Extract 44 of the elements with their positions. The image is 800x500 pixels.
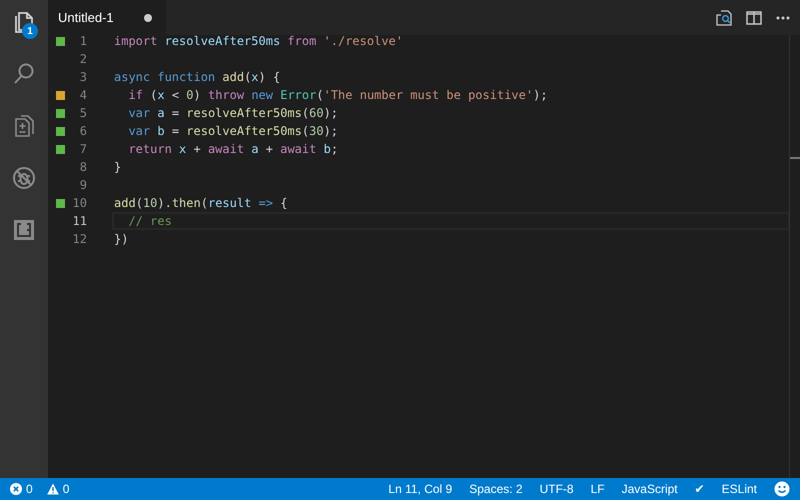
code-line: }) [114,232,128,246]
line-number: 7 [78,142,87,156]
line-number: 3 [78,70,87,84]
status-item[interactable]: Spaces: 2 [469,482,523,496]
warning-count[interactable]: 0 [62,482,70,496]
error-icon[interactable] [10,483,22,495]
line-number: 9 [78,178,87,192]
code-line: if (x < 0) throw new Error('The number must be positive'); [127,88,548,102]
error-count[interactable]: 0 [26,482,33,496]
line-number: 5 [78,106,87,120]
code-line: } [114,160,122,174]
code-line: var b = resolveAfter50ms(30); [127,124,338,138]
code-line: return x + await a + await b; [127,142,338,156]
status-item[interactable]: JavaScript [622,482,678,496]
document-diff-icon[interactable] [12,114,36,138]
code-line: // res [127,214,172,228]
code-line: import resolveAfter50ms from './resolve' [114,34,404,48]
code-line: add(10).then(result => { [114,196,288,210]
search-icon[interactable] [12,62,36,86]
line-number: 1 [78,34,87,48]
code-line: var a = resolveAfter50ms(60); [127,106,338,120]
files-icon[interactable] [12,10,36,34]
no-bug-icon[interactable] [12,166,36,190]
status-item[interactable]: Ln 11, Col 9 [388,482,452,496]
line-number: 6 [78,124,87,138]
line-number: 11 [72,214,87,228]
line-number: 4 [78,88,87,102]
status-item[interactable]: LF [590,482,605,496]
line-number: 8 [78,160,87,174]
status-item[interactable]: ✔ [694,482,705,496]
split-editor-icon[interactable] [746,10,762,24]
more-actions-icon[interactable] [776,16,790,20]
line-number: 10 [72,196,87,210]
code-line: async function add(x) { [114,70,280,84]
open-preview-icon[interactable] [716,10,732,26]
line-number: 2 [78,52,87,66]
status-item[interactable]: ESLint [722,482,757,496]
line-number: 12 [72,232,87,246]
smiley-icon[interactable] [774,481,790,497]
status-item[interactable]: UTF-8 [540,482,574,496]
notification-badge: 1 [22,23,38,39]
editor-tab[interactable]: Untitled-1 [48,0,166,35]
warning-icon[interactable] [46,483,59,495]
extensions-icon[interactable] [12,218,36,242]
